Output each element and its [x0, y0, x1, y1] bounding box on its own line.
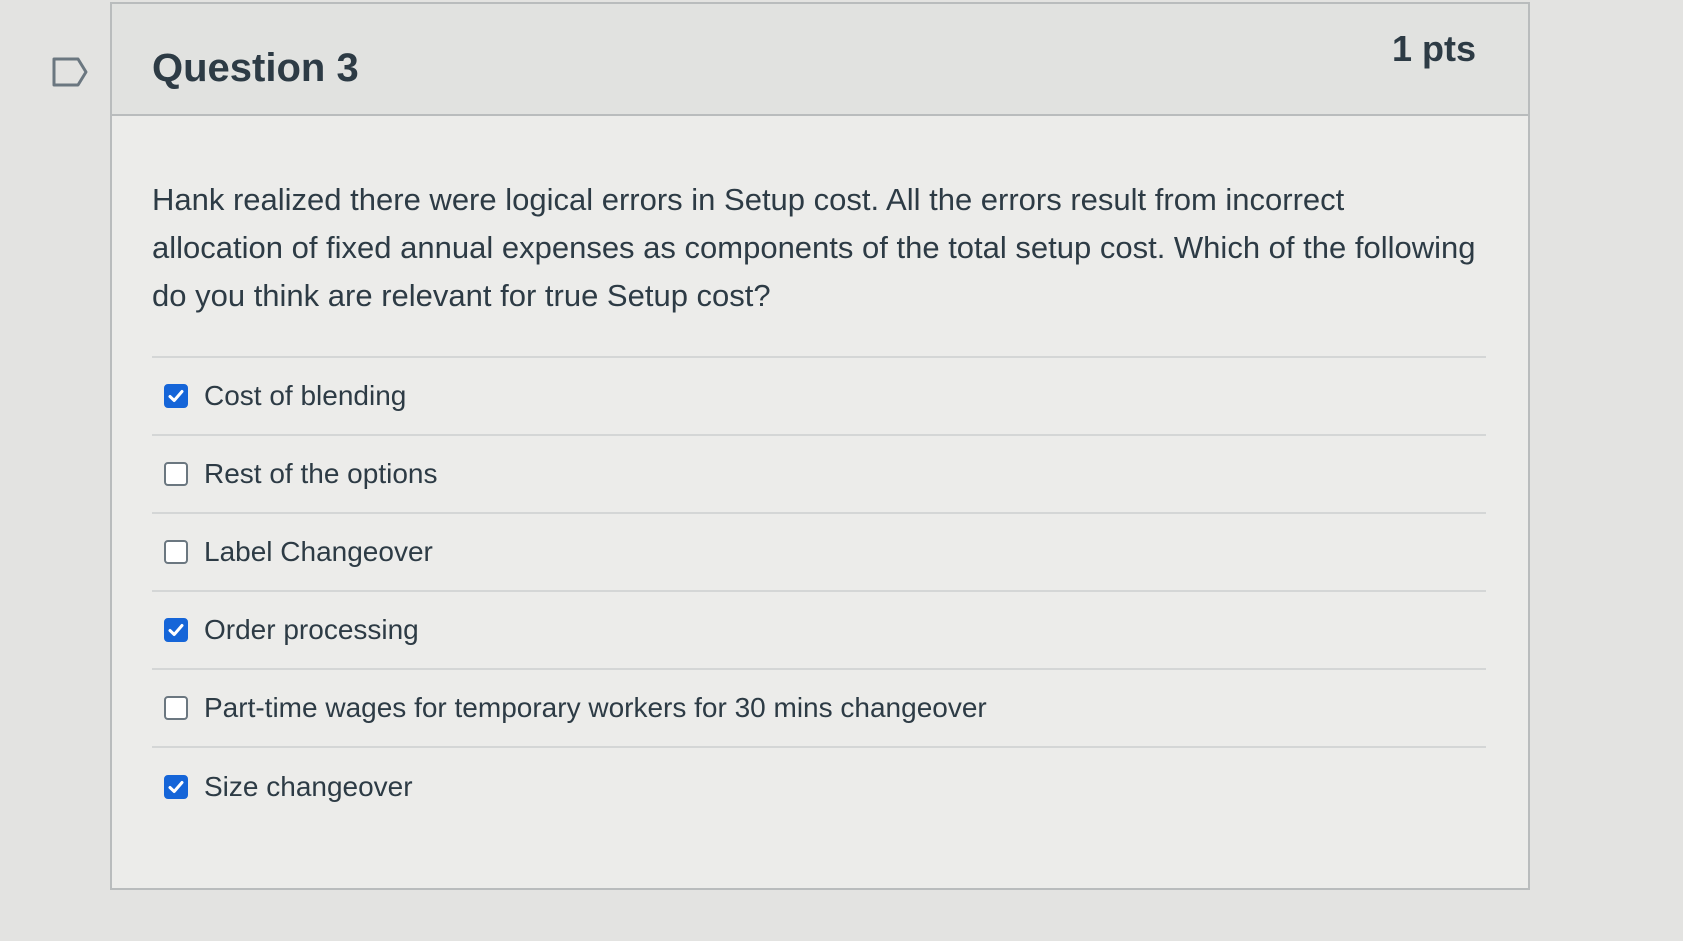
answer-list: Cost of blending Rest of the options Lab… [152, 356, 1486, 826]
answer-label: Order processing [204, 614, 419, 645]
question-header: Question 3 1 pts [112, 4, 1528, 116]
answer-option[interactable]: Size changeover [152, 748, 1486, 826]
answer-option[interactable]: Cost of blending [152, 358, 1486, 436]
answer-label: Part-time wages for temporary workers fo… [204, 692, 987, 723]
answer-label: Size changeover [204, 771, 413, 802]
answer-label: Label Changeover [204, 536, 433, 567]
question-points: 1 pts [1391, 28, 1476, 69]
checkmark-icon [168, 781, 184, 793]
question-text: Hank realized there were logical errors … [152, 182, 1476, 313]
question-body: Hank realized there were logical errors … [112, 116, 1528, 826]
question-title: Question 3 [152, 46, 359, 90]
answer-label: Cost of blending [204, 380, 407, 411]
answer-label: Rest of the options [204, 458, 438, 489]
answer-checkbox[interactable] [164, 775, 188, 799]
answer-checkbox[interactable] [164, 696, 188, 720]
answer-option[interactable]: Rest of the options [152, 436, 1486, 514]
answer-checkbox[interactable] [164, 540, 188, 564]
answer-checkbox[interactable] [164, 384, 188, 408]
question-card: Question 3 1 pts Hank realized there wer… [110, 2, 1530, 890]
answer-checkbox[interactable] [164, 618, 188, 642]
checkmark-icon [168, 390, 184, 402]
flag-question-button[interactable] [52, 57, 88, 87]
answer-checkbox[interactable] [164, 462, 188, 486]
answer-option[interactable]: Part-time wages for temporary workers fo… [152, 670, 1486, 748]
flag-outline-icon [52, 57, 88, 87]
answer-option[interactable]: Label Changeover [152, 514, 1486, 592]
checkmark-icon [168, 624, 184, 636]
answer-option[interactable]: Order processing [152, 592, 1486, 670]
